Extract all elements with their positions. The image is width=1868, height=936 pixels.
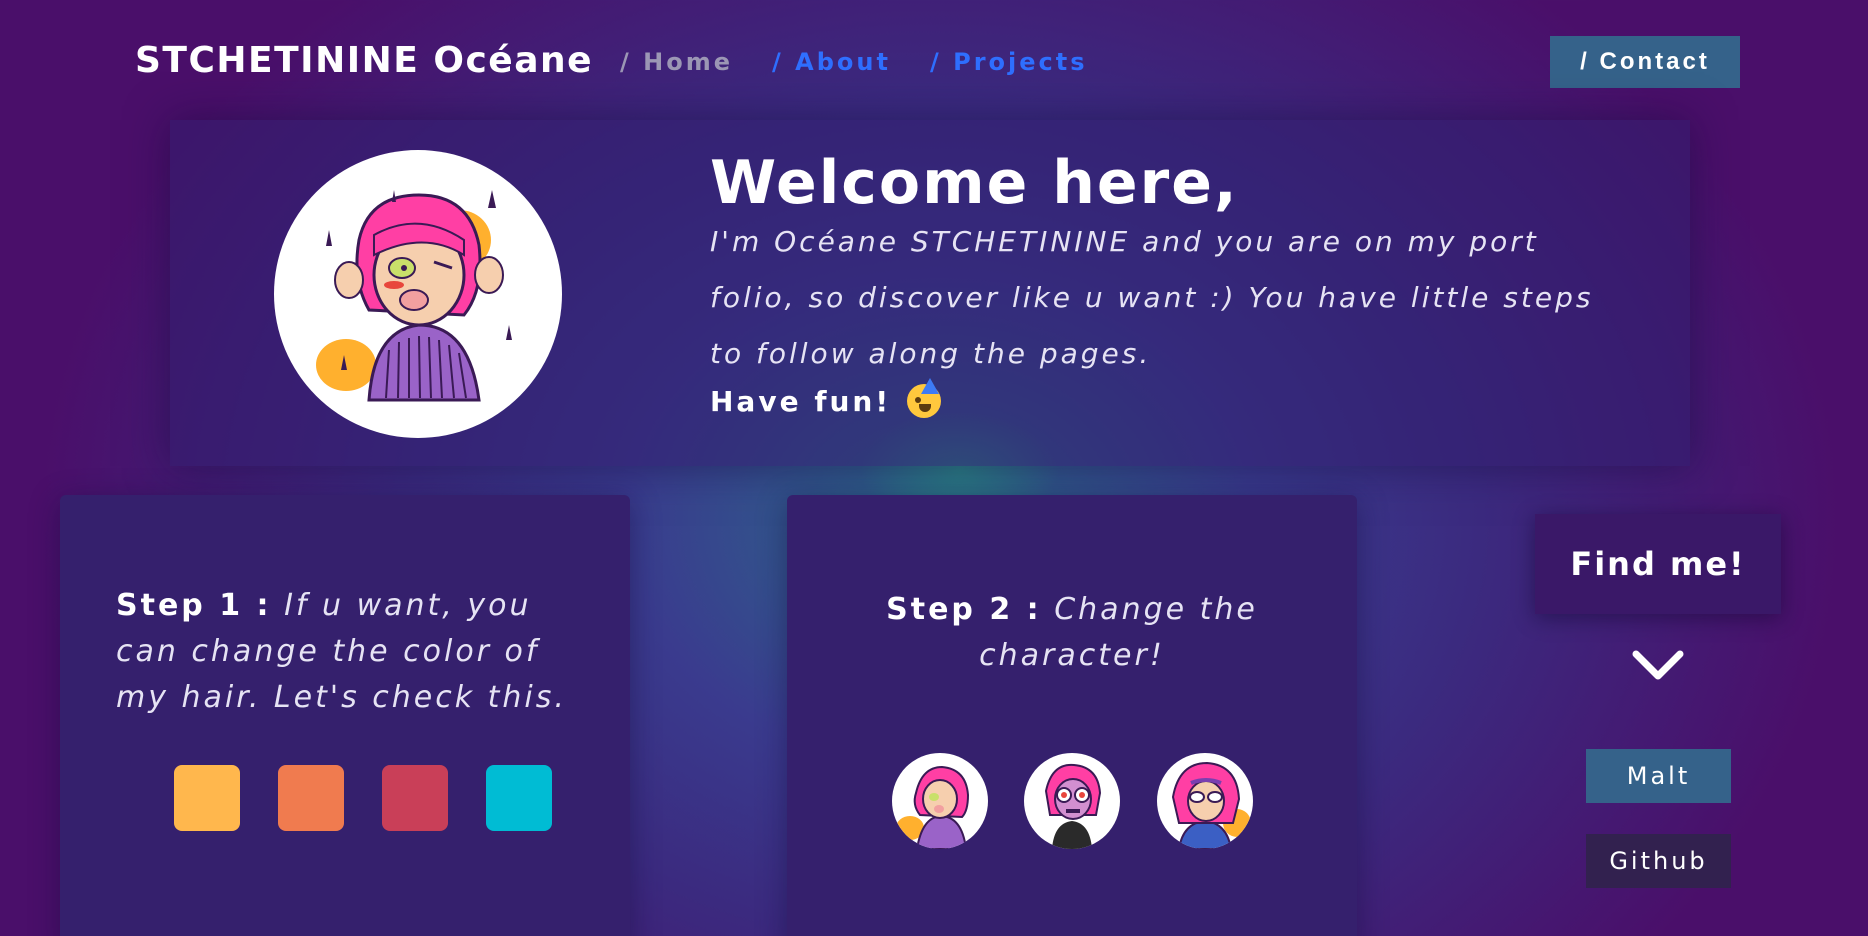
contact-button[interactable]: / Contact (1550, 36, 1740, 88)
nav-projects-link[interactable]: / Projects (930, 48, 1088, 76)
step-2-label: Step 2 : (886, 592, 1042, 627)
hair-color-swatch-cyan[interactable] (486, 765, 552, 831)
step-1-text: Step 1 : If u want, you can change the c… (116, 583, 586, 721)
step-2-card: Step 2 : Change the character! (787, 495, 1357, 936)
find-me-box: Find me! (1535, 514, 1781, 614)
have-fun-line: Have fun! (710, 378, 942, 418)
hair-color-swatch-red[interactable] (382, 765, 448, 831)
welcome-title: Welcome here, (710, 148, 1239, 218)
step-2-text: Step 2 : Change the character! (827, 587, 1317, 679)
welcome-card: Welcome here, I'm Océane STCHETININE and… (170, 120, 1690, 466)
have-fun-text: Have fun! (710, 384, 892, 418)
avatar-illustration (274, 150, 562, 438)
character-option-3[interactable] (1157, 753, 1253, 849)
character-option-1[interactable] (892, 753, 988, 849)
step-1-card: Step 1 : If u want, you can change the c… (60, 495, 630, 936)
welcome-text: I'm Océane STCHETININE and you are on my… (710, 225, 1594, 370)
site-brand[interactable]: STCHETININE Océane (135, 40, 593, 81)
hair-color-swatch-yellow[interactable] (174, 765, 240, 831)
github-link-button[interactable]: Github (1586, 834, 1731, 888)
nav-home-link[interactable]: / Home (620, 48, 733, 76)
partying-face-icon (907, 378, 942, 418)
malt-link-button[interactable]: Malt (1586, 749, 1731, 803)
step-1-label: Step 1 : (116, 588, 272, 623)
nav-about-link[interactable]: / About (772, 48, 891, 76)
hair-color-swatch-orange[interactable] (278, 765, 344, 831)
character-option-2[interactable] (1024, 753, 1120, 849)
chevron-down-icon[interactable] (1628, 644, 1688, 684)
